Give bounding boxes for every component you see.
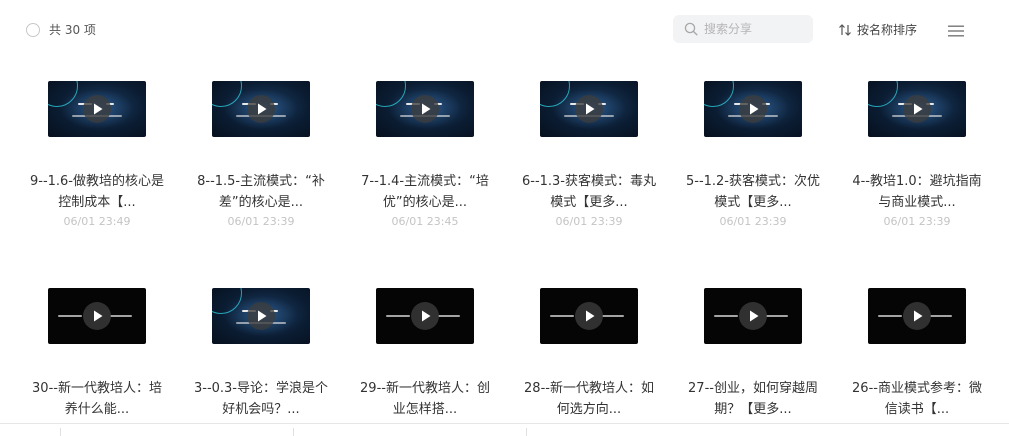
video-title[interactable]: 6--1.3-获客模式：毒丸模式【更多...: [519, 171, 659, 213]
video-title[interactable]: 3--0.3-导论：学浪是个好机会吗？...: [191, 378, 331, 420]
divider: [526, 428, 527, 436]
play-icon[interactable]: [575, 95, 603, 123]
play-icon[interactable]: [903, 302, 931, 330]
video-date: 06/01 23:39: [719, 215, 787, 228]
divider: [293, 428, 294, 436]
play-icon[interactable]: [247, 95, 275, 123]
video-title[interactable]: 4--教培1.0：避坑指南与商业模式...: [847, 171, 987, 213]
video-title[interactable]: 30--新一代教培人：培养什么能...: [27, 378, 167, 420]
play-icon[interactable]: [575, 302, 603, 330]
video-thumbnail[interactable]: [704, 288, 802, 344]
video-thumbnail[interactable]: [48, 288, 146, 344]
video-date: 06/01 23:39: [555, 215, 623, 228]
video-item[interactable]: 28--新一代教培人：如何选方向...: [507, 288, 671, 422]
play-icon[interactable]: [739, 95, 767, 123]
video-title[interactable]: 7--1.4-主流模式：“培优”的核心是...: [355, 171, 495, 213]
video-thumbnail[interactable]: [212, 288, 310, 344]
video-thumbnail[interactable]: [868, 81, 966, 137]
divider: [0, 423, 1009, 424]
video-title[interactable]: 27--创业，如何穿越周期？【更多...: [683, 378, 823, 420]
video-thumbnail[interactable]: [540, 81, 638, 137]
play-icon[interactable]: [411, 302, 439, 330]
video-date: 06/01 23:39: [227, 215, 295, 228]
video-thumbnail[interactable]: [376, 81, 474, 137]
video-item[interactable]: 7--1.4-主流模式：“培优”的核心是... 06/01 23:45: [343, 81, 507, 228]
video-item[interactable]: 30--新一代教培人：培养什么能...: [15, 288, 179, 422]
video-item[interactable]: 29--新一代教培人：创业怎样搭...: [343, 288, 507, 422]
video-date: 06/01 23:45: [391, 215, 459, 228]
video-item[interactable]: 8--1.5-主流模式：“补差”的核心是... 06/01 23:39: [179, 81, 343, 228]
video-title[interactable]: 8--1.5-主流模式：“补差”的核心是...: [191, 171, 331, 213]
file-grid: 9--1.6-做教培的核心是控制成本【... 06/01 23:49 8--1.5-…: [0, 0, 1009, 436]
divider: [60, 428, 61, 436]
video-title[interactable]: 9--1.6-做教培的核心是控制成本【...: [27, 171, 167, 213]
video-item[interactable]: 5--1.2-获客模式：次优模式【更多... 06/01 23:39: [671, 81, 835, 228]
video-date: 06/01 23:39: [883, 215, 951, 228]
video-title[interactable]: 5--1.2-获客模式：次优模式【更多...: [683, 171, 823, 213]
play-icon[interactable]: [247, 302, 275, 330]
video-title[interactable]: 28--新一代教培人：如何选方向...: [519, 378, 659, 420]
video-thumbnail[interactable]: [376, 288, 474, 344]
video-title[interactable]: 29--新一代教培人：创业怎样搭...: [355, 378, 495, 420]
video-thumbnail[interactable]: [704, 81, 802, 137]
video-thumbnail[interactable]: [212, 81, 310, 137]
video-item[interactable]: 6--1.3-获客模式：毒丸模式【更多... 06/01 23:39: [507, 81, 671, 228]
video-item[interactable]: 27--创业，如何穿越周期？【更多...: [671, 288, 835, 422]
play-icon[interactable]: [739, 302, 767, 330]
play-icon[interactable]: [411, 95, 439, 123]
play-icon[interactable]: [83, 95, 111, 123]
video-thumbnail[interactable]: [540, 288, 638, 344]
video-item[interactable]: 4--教培1.0：避坑指南与商业模式... 06/01 23:39: [835, 81, 999, 228]
video-item[interactable]: 9--1.6-做教培的核心是控制成本【... 06/01 23:49: [15, 81, 179, 228]
video-item[interactable]: 3--0.3-导论：学浪是个好机会吗？...: [179, 288, 343, 422]
video-title[interactable]: 26--商业模式参考：微信读书【...: [847, 378, 987, 420]
play-icon[interactable]: [903, 95, 931, 123]
video-thumbnail[interactable]: [48, 81, 146, 137]
video-thumbnail[interactable]: [868, 288, 966, 344]
play-icon[interactable]: [83, 302, 111, 330]
video-item[interactable]: 26--商业模式参考：微信读书【...: [835, 288, 999, 422]
video-date: 06/01 23:49: [63, 215, 131, 228]
